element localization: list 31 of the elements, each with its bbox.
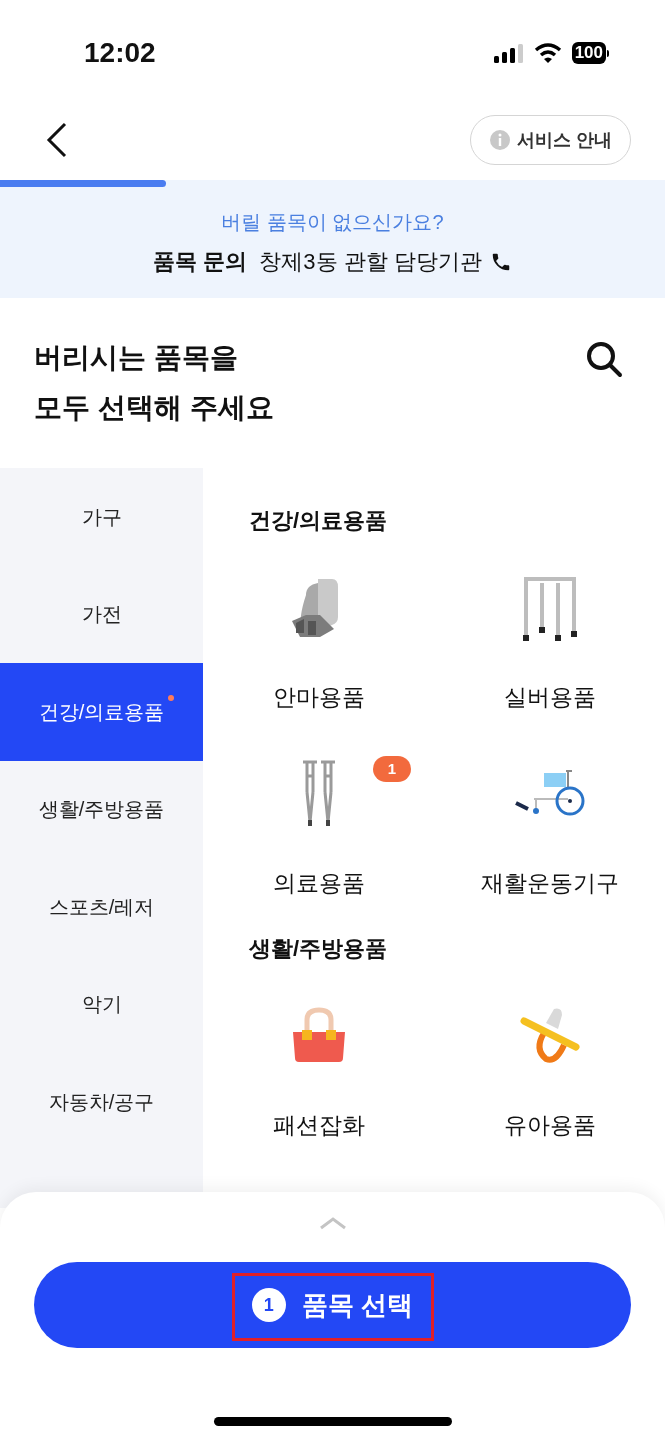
info-icon	[489, 129, 511, 151]
count-badge: 1	[373, 756, 411, 782]
status-time: 12:02	[84, 36, 156, 70]
battery-indicator: 100	[571, 42, 609, 64]
item-tile[interactable]: 실버용품	[434, 546, 665, 732]
signal-icon	[493, 43, 524, 63]
select-items-button[interactable]: 1 품목 선택	[34, 1262, 631, 1348]
category-tab[interactable]: 악기	[0, 955, 203, 1053]
item-tile[interactable]: 유아용품	[434, 974, 665, 1160]
inquiry-label: 품목 문의	[153, 248, 248, 276]
wifi-icon	[533, 43, 562, 63]
item-tile[interactable]: 패션잡화	[203, 974, 434, 1160]
page-title: 버리시는 품목을	[34, 341, 239, 375]
page-title: 모두 선택해 주세요	[34, 391, 274, 425]
item-tile[interactable]: 의료용품 1	[203, 732, 434, 918]
category-tab[interactable]: 자동차/공구	[0, 1053, 203, 1151]
service-info-button[interactable]: 서비스 안내	[470, 115, 631, 165]
category-tab[interactable]: 생활/주방용품	[0, 760, 203, 858]
category-tab[interactable]: 건강/의료용품	[0, 663, 203, 761]
section-title: 건강/의료용품	[248, 507, 389, 535]
banner-question: 버릴 품목이 없으신가요?	[221, 210, 444, 235]
section-title: 생활/주방용품	[248, 935, 389, 963]
search-button[interactable]	[585, 340, 623, 378]
category-tab[interactable]: 스포츠/레저	[0, 858, 203, 956]
select-items-label: 품목 선택	[301, 1288, 414, 1322]
agency-link[interactable]: 창제3동 관할 담당기관	[259, 245, 512, 278]
category-tab[interactable]: 가구	[0, 468, 203, 566]
category-tab[interactable]: 가전	[0, 565, 203, 663]
selected-count-badge: 1	[251, 1288, 286, 1322]
item-tile[interactable]: 재활운동기구	[434, 732, 665, 918]
item-tile[interactable]: 안마용품	[203, 546, 434, 732]
